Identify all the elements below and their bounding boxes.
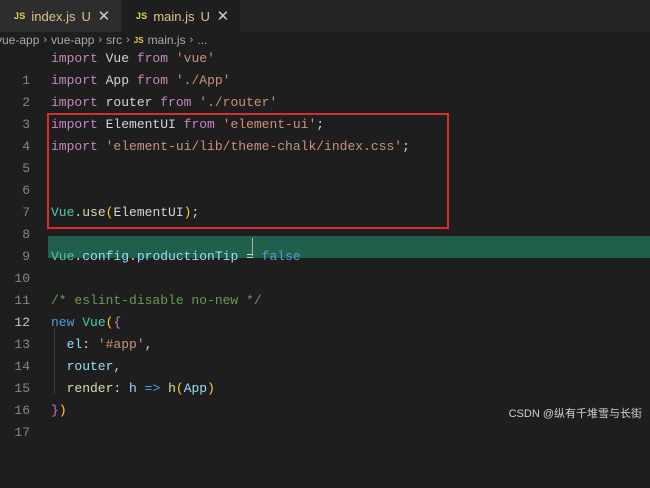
close-icon[interactable]: ✕ bbox=[97, 7, 111, 25]
code-line: 15 router, bbox=[0, 356, 650, 396]
tab-index-js[interactable]: JS index.js U ✕ bbox=[0, 0, 122, 32]
js-file-icon: JS bbox=[133, 35, 144, 45]
code-line: 11 bbox=[0, 268, 650, 308]
text-cursor bbox=[252, 238, 253, 256]
chevron-right-icon: › bbox=[126, 34, 130, 46]
chevron-right-icon: › bbox=[43, 34, 48, 46]
code-line: 14 el: '#app', bbox=[0, 334, 650, 374]
code-line: 6 bbox=[0, 158, 650, 198]
code-editor[interactable]: 1 import Vue from 'vue' 2 import App fro… bbox=[0, 48, 650, 440]
tab-main-js[interactable]: JS main.js U ✕ bbox=[121, 0, 241, 32]
close-icon[interactable]: ✕ bbox=[216, 7, 230, 25]
code-line: 3 import router from './router' bbox=[0, 92, 650, 132]
code-line: 5 import 'element-ui/lib/theme-chalk/ind… bbox=[0, 136, 650, 176]
code-text: router, bbox=[51, 359, 122, 374]
code-text: /* eslint-disable no-new */ bbox=[51, 293, 262, 308]
code-line: 7 bbox=[0, 180, 650, 220]
code-text: import router from './router' bbox=[51, 95, 278, 110]
code-text: import Vue from 'vue' bbox=[51, 51, 215, 66]
line-number: 17 bbox=[14, 425, 30, 440]
tab-label: index.js bbox=[31, 8, 76, 24]
breadcrumb-item-src[interactable]: src bbox=[106, 33, 122, 47]
code-text: render: h => h(App) bbox=[51, 381, 215, 396]
code-text: import App from './App' bbox=[51, 73, 231, 88]
tab-bar: JS index.js U ✕ JS main.js U ✕ bbox=[0, 0, 650, 32]
code-line: 8 Vue.use(ElementUI); bbox=[0, 202, 650, 242]
code-line: 9 bbox=[0, 224, 650, 264]
code-line: 4 import ElementUI from 'element-ui'; bbox=[0, 114, 650, 154]
code-text: new Vue({ bbox=[51, 315, 122, 330]
code-text: import 'element-ui/lib/theme-chalk/index… bbox=[51, 139, 410, 154]
js-file-icon: JS bbox=[14, 11, 26, 21]
breadcrumb-item-project[interactable]: vue-app bbox=[51, 33, 94, 47]
tab-label: main.js bbox=[153, 8, 195, 24]
code-text: el: '#app', bbox=[51, 337, 153, 352]
code-line: 13 new Vue({ bbox=[0, 312, 650, 352]
code-line: 1 import Vue from 'vue' bbox=[0, 48, 650, 88]
code-line: 16 render: h => h(App) bbox=[0, 378, 650, 418]
js-file-icon: JS bbox=[135, 11, 148, 21]
breadcrumb-item-root[interactable]: vue-app bbox=[0, 33, 39, 47]
breadcrumb-item-symbols[interactable]: ... bbox=[197, 33, 207, 47]
breadcrumb: vue-app › vue-app › src › JS main.js › .… bbox=[0, 32, 650, 48]
code-text: Vue.use(ElementUI); bbox=[51, 205, 200, 220]
code-line: 10 Vue.config.productionTip = false bbox=[0, 246, 650, 286]
chevron-right-icon: › bbox=[189, 34, 194, 46]
code-text: import ElementUI from 'element-ui'; bbox=[51, 117, 325, 132]
code-text: }) bbox=[51, 403, 67, 418]
code-text: Vue.config.productionTip = false bbox=[51, 249, 301, 264]
untracked-status-badge: U bbox=[200, 8, 210, 24]
code-line: 2 import App from './App' bbox=[0, 70, 650, 110]
chevron-right-icon: › bbox=[98, 34, 103, 46]
untracked-status-badge: U bbox=[81, 8, 91, 24]
watermark: CSDN @纵有千堆雪与长街 bbox=[508, 408, 642, 420]
code-line-active: 12 /* eslint-disable no-new */ bbox=[0, 290, 650, 330]
breadcrumb-item-file[interactable]: main.js bbox=[148, 33, 186, 47]
